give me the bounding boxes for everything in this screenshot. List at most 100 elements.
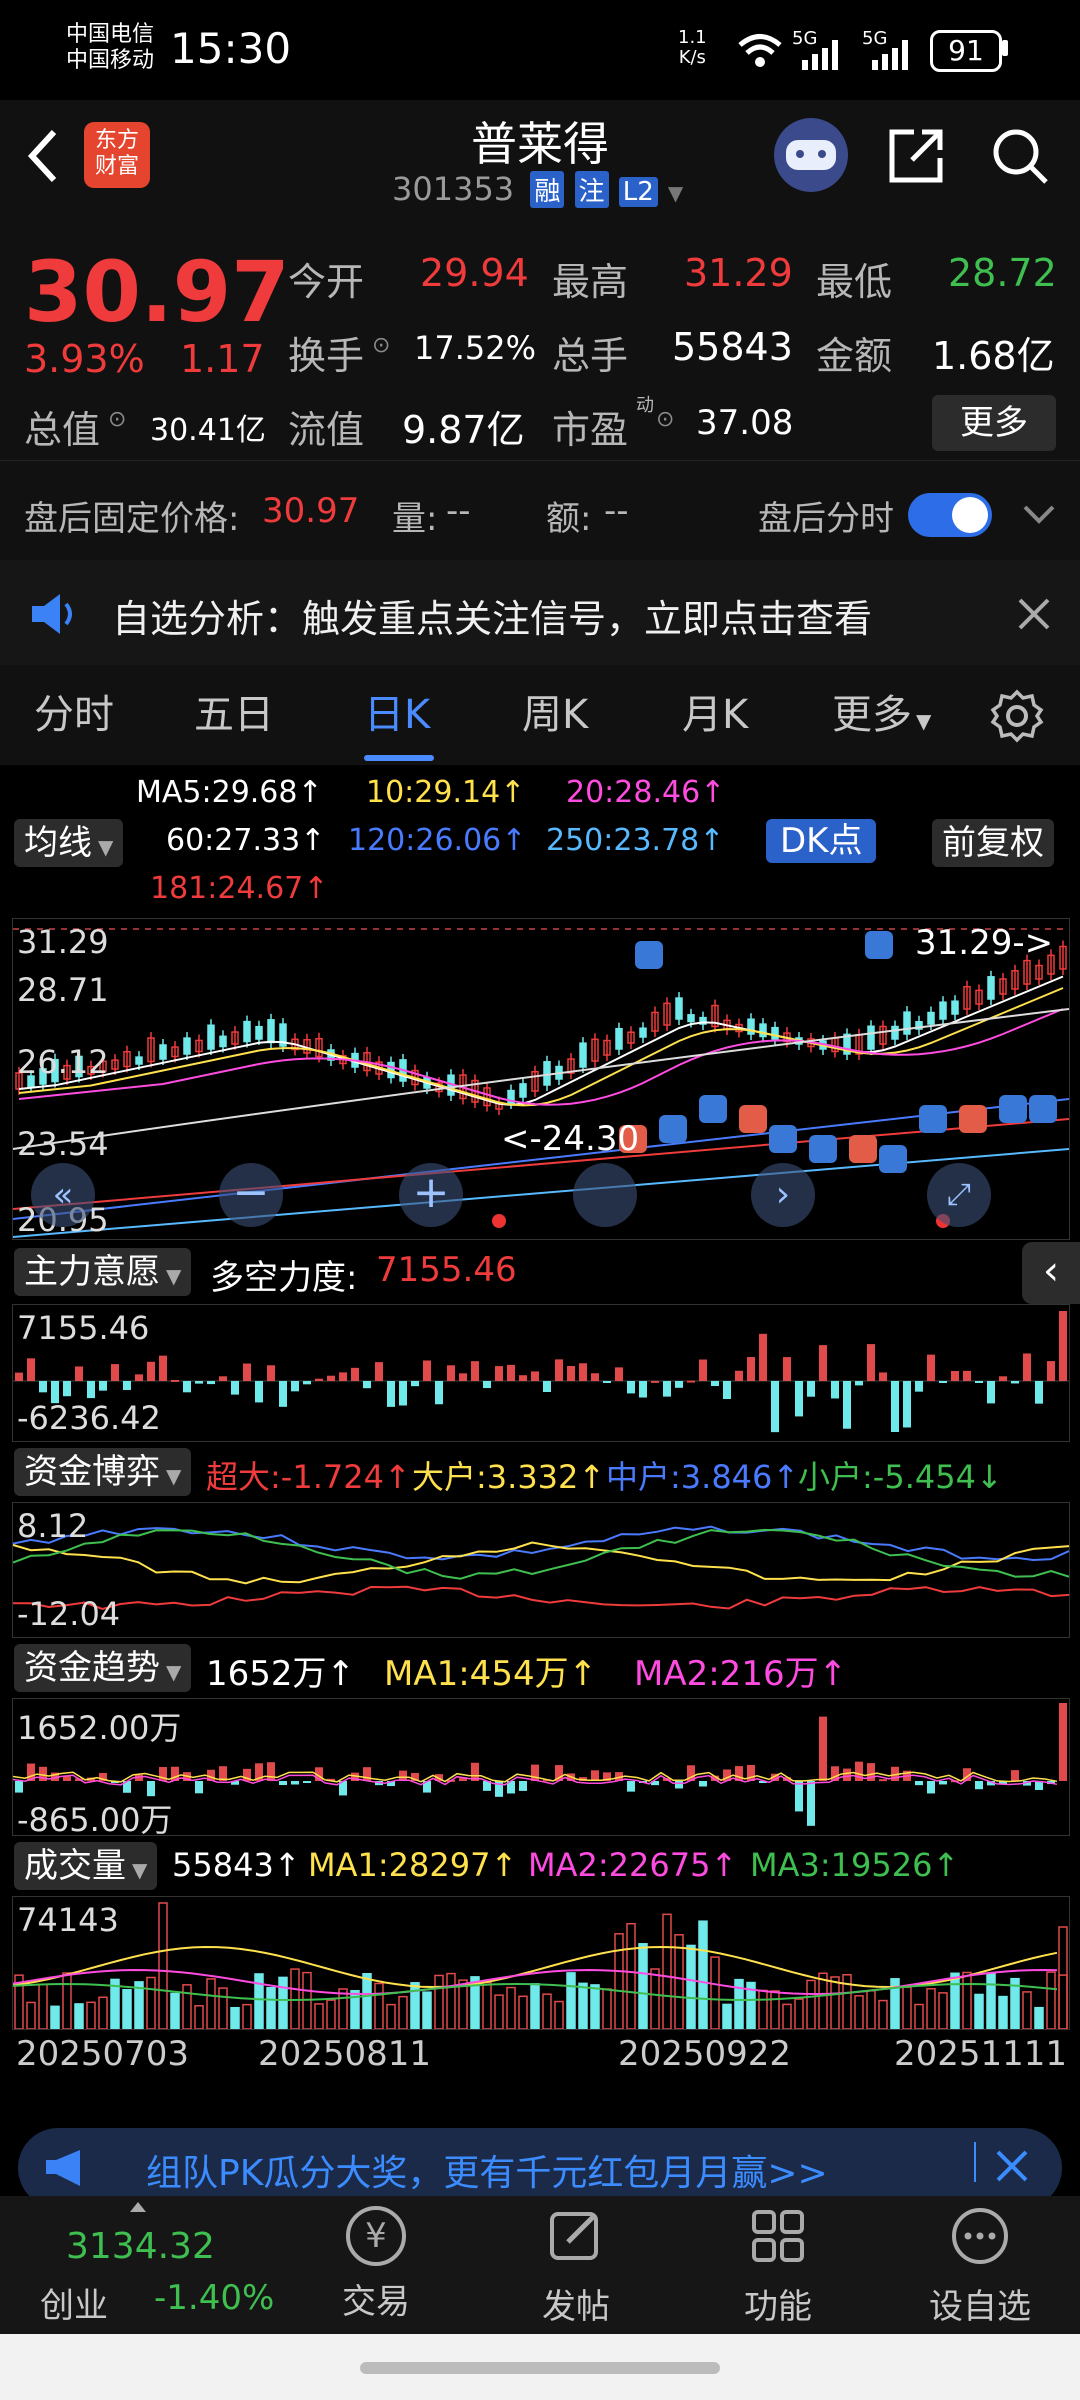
- dk-point-button[interactable]: DK点: [766, 819, 877, 863]
- capital-game-selector-label: 资金博弈: [24, 1452, 160, 1492]
- nav-add-watchlist[interactable]: 设自选: [920, 2206, 1040, 2328]
- candle-body: [951, 1000, 959, 1015]
- signal-marker: [699, 1095, 727, 1123]
- more-quote-button[interactable]: 更多: [932, 395, 1056, 451]
- code-dropdown-icon[interactable]: ▼: [668, 181, 683, 205]
- back-icon[interactable]: [20, 126, 64, 186]
- ct-bar: [879, 1779, 887, 1782]
- tab-monthly-k[interactable]: 月K: [682, 665, 748, 765]
- badge-margin[interactable]: 融: [530, 171, 565, 208]
- mf-bar: [267, 1365, 275, 1381]
- assistant-robot-icon[interactable]: [774, 118, 848, 192]
- badge-registered[interactable]: 注: [574, 171, 609, 208]
- mf-bar: [735, 1370, 743, 1381]
- signal-marker: [739, 1105, 767, 1133]
- volume-bar: [74, 2003, 84, 2029]
- main-force-chart: 7155.46 -6236.42: [12, 1304, 1070, 1442]
- net-speed-value: 1.1: [678, 27, 707, 48]
- volume-ma2: MA2:22675↑: [528, 1846, 738, 1884]
- gesture-bar[interactable]: [360, 2362, 720, 2374]
- tab-daily-k[interactable]: 日K: [364, 665, 430, 765]
- badge-l2[interactable]: L2: [618, 177, 658, 207]
- volume-bar: [398, 1995, 408, 2029]
- banner-close-icon[interactable]: [994, 2148, 1030, 2184]
- mf-bar: [939, 1381, 947, 1383]
- date-label-4: 20251111: [894, 2034, 1068, 2074]
- tab-intraday[interactable]: 分时: [34, 665, 114, 765]
- mf-bar: [363, 1381, 371, 1389]
- search-icon[interactable]: [988, 124, 1052, 188]
- zoom-in-icon[interactable]: +: [399, 1163, 463, 1227]
- index-value[interactable]: 3134.32: [66, 2226, 215, 2267]
- ct-bar: [939, 1781, 947, 1785]
- after-hours-toggle[interactable]: [908, 493, 992, 537]
- adjust-forward-button[interactable]: 前复权: [932, 819, 1054, 867]
- volume-bar: [854, 1995, 864, 2029]
- volume-bar: [338, 1988, 348, 2029]
- volume-bar: [686, 1944, 696, 2029]
- current-price: 30.97: [24, 243, 290, 341]
- ma10-value: 10:29.14↑: [366, 775, 526, 810]
- pe-info-icon[interactable]: ⊙: [656, 407, 674, 432]
- low-label: 最低: [816, 260, 893, 304]
- index-change[interactable]: -1.40%: [154, 2278, 274, 2318]
- tab-weekly-k[interactable]: 周K: [522, 665, 588, 765]
- adjust-forward-label: 前复权: [942, 823, 1044, 863]
- zoom-out-icon[interactable]: −: [219, 1163, 283, 1227]
- rewind-icon[interactable]: «: [31, 1163, 95, 1227]
- candle-body: [687, 1014, 695, 1023]
- gear-icon[interactable]: [990, 689, 1044, 743]
- float-label: 流值: [288, 408, 365, 452]
- volume-value: 55843↑: [172, 1846, 301, 1884]
- volume-bar: [818, 1972, 828, 2029]
- capital-game-selector[interactable]: 资金博弈 ▼: [14, 1448, 192, 1496]
- mf-bar: [795, 1381, 803, 1417]
- volume-bar: [1046, 1971, 1056, 2029]
- mf-bar: [603, 1381, 611, 1383]
- index-name[interactable]: 创业: [40, 2278, 108, 2327]
- ma-selector[interactable]: 均线 ▼: [14, 819, 124, 867]
- ct-bar: [195, 1781, 203, 1794]
- refresh-icon[interactable]: [573, 1163, 637, 1227]
- more-dots-icon: [952, 2208, 1008, 2264]
- notice-bar[interactable]: 自选分析：触发重点关注信号，立即点击查看: [0, 560, 1080, 665]
- mf-bar: [879, 1372, 887, 1381]
- volume-selector[interactable]: 成交量 ▼: [14, 1842, 158, 1890]
- capital-trend-selector[interactable]: 资金趋势 ▼: [14, 1644, 192, 1692]
- date-label-3: 20250922: [618, 2034, 792, 2074]
- candle-body: [207, 1024, 215, 1050]
- nav-post[interactable]: 发帖: [526, 2206, 626, 2328]
- mf-bar: [327, 1375, 335, 1381]
- net-speed-unit: K/s: [678, 47, 706, 68]
- kline-chart[interactable]: 31.29 28.71 26.12 23.54 20.95 31.29-> <-…: [12, 918, 1070, 1240]
- close-icon[interactable]: [1016, 596, 1052, 632]
- mf-bar: [1023, 1353, 1031, 1381]
- promo-text[interactable]: 组队PK瓜分大奖，更有千元红包月月赢>>: [146, 2144, 828, 2196]
- next-icon[interactable]: ›: [751, 1163, 815, 1227]
- fullscreen-icon[interactable]: ⤢: [927, 1163, 991, 1227]
- nav-trade[interactable]: ¥ 交易: [326, 2206, 426, 2323]
- volume-bar: [650, 1968, 660, 2029]
- index-expand-icon[interactable]: [130, 2202, 146, 2212]
- ct-bar: [591, 1770, 599, 1781]
- volume-bar: [902, 1986, 912, 2029]
- main-force-max: 7155.46: [17, 1309, 150, 1347]
- chevron-down-icon[interactable]: [1022, 503, 1056, 527]
- turnover-info-icon[interactable]: ⊙: [372, 333, 390, 358]
- mf-bar: [831, 1381, 839, 1399]
- app-logo[interactable]: 东方 财富: [84, 122, 150, 188]
- tab-five-day[interactable]: 五日: [194, 665, 274, 765]
- volume-bar: [158, 1902, 168, 2029]
- volume-bar: [974, 1993, 984, 2029]
- nav-functions[interactable]: 功能: [728, 2206, 828, 2328]
- volume-bar: [530, 1983, 540, 2029]
- tab-more[interactable]: 更多 ▼: [832, 665, 931, 765]
- share-icon[interactable]: [884, 124, 948, 188]
- collapse-panel-icon[interactable]: ‹: [1022, 1242, 1080, 1304]
- volume-bar: [770, 1990, 780, 2029]
- kline-canvas: [13, 928, 1069, 1238]
- main-force-selector[interactable]: 主力意愿 ▼: [14, 1248, 192, 1296]
- notice-text[interactable]: 自选分析：触发重点关注信号，立即点击查看: [112, 588, 872, 643]
- signal-marker: [659, 1115, 687, 1143]
- mktcap-info-icon[interactable]: ⊙: [108, 407, 126, 432]
